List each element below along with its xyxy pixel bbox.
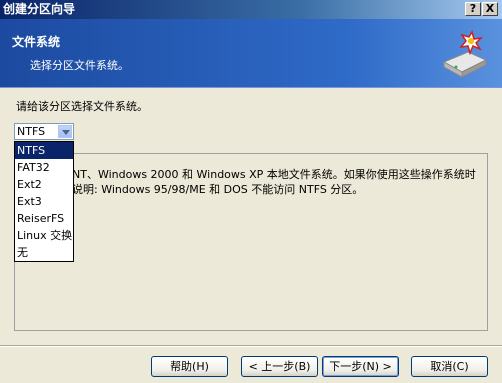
dropdown-option-ext2[interactable]: Ext2 bbox=[15, 176, 73, 193]
chevron-down-icon[interactable] bbox=[58, 125, 72, 138]
wizard-window: 创建分区向导 ? X 文件系统 选择分区文件系统。 请给该分区选择文件系统。 N… bbox=[0, 0, 502, 383]
description-line-2: 说明: Windows 95/98/ME 和 DOS 不能访问 NTFS 分区。 bbox=[72, 183, 364, 196]
help-title-button[interactable]: ? bbox=[465, 2, 481, 16]
title-bar: 创建分区向导 ? X bbox=[0, 0, 502, 19]
header-subtitle: 选择分区文件系统。 bbox=[30, 59, 129, 72]
close-button[interactable]: X bbox=[482, 2, 498, 16]
filesystem-select[interactable]: NTFS bbox=[14, 123, 74, 140]
window-title: 创建分区向导 bbox=[3, 2, 76, 16]
cancel-button[interactable]: 取消(C) bbox=[411, 356, 488, 377]
filesystem-description: NT、Windows 2000 和 Windows XP 本地文件系统。如果你使… bbox=[72, 167, 486, 197]
dropdown-option-fat32[interactable]: FAT32 bbox=[15, 159, 73, 176]
disk-wizard-icon bbox=[442, 30, 488, 78]
dropdown-option-ext3[interactable]: Ext3 bbox=[15, 193, 73, 210]
filesystem-select-value: NTFS bbox=[17, 125, 46, 138]
description-line-1: NT、Windows 2000 和 Windows XP 本地文件系统。如果你使… bbox=[72, 168, 476, 181]
dropdown-option-linux-swap[interactable]: Linux 交换 bbox=[15, 227, 73, 244]
footer-separator bbox=[0, 345, 502, 347]
back-button[interactable]: < 上一步(B) bbox=[241, 356, 318, 377]
dropdown-option-ntfs[interactable]: NTFS bbox=[15, 142, 73, 159]
help-button[interactable]: 帮助(H) bbox=[151, 356, 228, 377]
header-title: 文件系统 bbox=[12, 35, 61, 49]
wizard-header: 文件系统 选择分区文件系统。 bbox=[0, 19, 502, 88]
dropdown-option-none[interactable]: 无 bbox=[15, 244, 73, 261]
filesystem-prompt: 请给该分区选择文件系统。 bbox=[16, 100, 148, 113]
filesystem-dropdown-list: NTFS FAT32 Ext2 Ext3 ReiserFS Linux 交换 无 bbox=[14, 141, 74, 262]
dropdown-option-reiserfs[interactable]: ReiserFS bbox=[15, 210, 73, 227]
next-button[interactable]: 下一步(N) > bbox=[322, 356, 399, 377]
